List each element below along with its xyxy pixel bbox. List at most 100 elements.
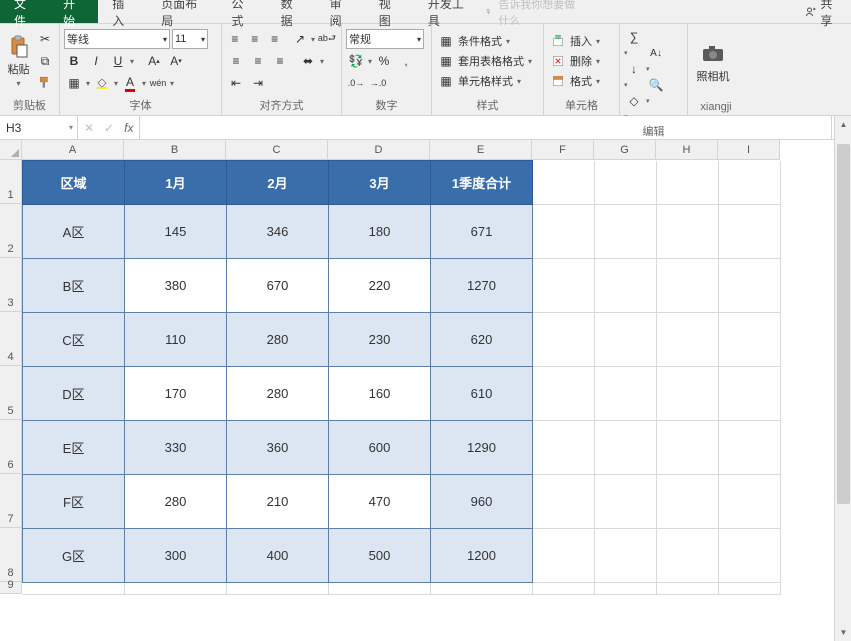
cell[interactable]: 960 xyxy=(431,475,533,529)
paste-button[interactable]: 粘贴 ▾ xyxy=(4,27,33,95)
cell[interactable] xyxy=(719,161,781,205)
cell[interactable]: 470 xyxy=(329,475,431,529)
cell[interactable] xyxy=(23,583,125,595)
cell[interactable] xyxy=(595,259,657,313)
cell[interactable]: 2月 xyxy=(227,161,329,205)
number-format-combo[interactable]: 常规▾ xyxy=(346,29,424,49)
cell[interactable]: 670 xyxy=(227,259,329,313)
cell[interactable] xyxy=(431,583,533,595)
align-left-button[interactable]: ≡ xyxy=(226,51,246,71)
sort-filter-button[interactable]: A↓ xyxy=(646,43,666,63)
camera-button[interactable]: 照相机 xyxy=(692,27,734,99)
cell[interactable]: 280 xyxy=(125,475,227,529)
tab-pagelayout[interactable]: 页面布局 xyxy=(147,0,217,23)
conditional-formatting-button[interactable]: ▦条件格式▾ xyxy=(436,32,539,50)
row-header[interactable]: 9 xyxy=(0,582,22,594)
cell[interactable] xyxy=(533,259,595,313)
increase-indent-button[interactable]: ⇥ xyxy=(248,73,268,93)
font-color-button[interactable]: A xyxy=(120,73,140,93)
wrap-text-button[interactable]: ab⮐ xyxy=(317,29,337,49)
enter-formula-button[interactable]: ✓ xyxy=(104,121,114,135)
cell[interactable] xyxy=(533,367,595,421)
cell[interactable] xyxy=(533,583,595,595)
cell[interactable]: 110 xyxy=(125,313,227,367)
cell[interactable] xyxy=(533,205,595,259)
font-name-combo[interactable]: 等线▾ xyxy=(64,29,170,49)
row-header[interactable]: 6 xyxy=(0,420,22,474)
cell[interactable]: 360 xyxy=(227,421,329,475)
column-header[interactable]: B xyxy=(124,140,226,160)
cell[interactable] xyxy=(533,529,595,583)
tab-developer[interactable]: 开发工具 xyxy=(414,0,484,23)
spreadsheet-grid[interactable]: ABCDEFGHI 123456789 区域1月2月3月1季度合计A区14534… xyxy=(0,140,851,641)
cell[interactable]: 145 xyxy=(125,205,227,259)
cell[interactable]: 380 xyxy=(125,259,227,313)
cell[interactable]: 330 xyxy=(125,421,227,475)
cell[interactable] xyxy=(657,367,719,421)
cell[interactable]: 280 xyxy=(227,313,329,367)
cell[interactable]: 610 xyxy=(431,367,533,421)
name-box[interactable]: H3 xyxy=(0,116,78,139)
tab-view[interactable]: 视图 xyxy=(365,0,414,23)
cell[interactable] xyxy=(719,259,781,313)
fill-button[interactable]: ↓ xyxy=(624,59,644,79)
cell[interactable] xyxy=(595,205,657,259)
cell[interactable] xyxy=(657,161,719,205)
cell[interactable] xyxy=(657,259,719,313)
cell[interactable]: 600 xyxy=(329,421,431,475)
row-header[interactable]: 1 xyxy=(0,160,22,204)
cell[interactable]: 671 xyxy=(431,205,533,259)
cell[interactable]: 1月 xyxy=(125,161,227,205)
cell[interactable]: 230 xyxy=(329,313,431,367)
cell[interactable]: 180 xyxy=(329,205,431,259)
cell[interactable] xyxy=(719,475,781,529)
align-middle-button[interactable]: ≡ xyxy=(246,29,264,49)
row-header[interactable]: 5 xyxy=(0,366,22,420)
cell[interactable] xyxy=(719,313,781,367)
cut-button[interactable]: ✂ xyxy=(35,29,55,49)
cell[interactable]: 300 xyxy=(125,529,227,583)
cell[interactable]: 170 xyxy=(125,367,227,421)
column-header[interactable]: A xyxy=(22,140,124,160)
column-header[interactable]: H xyxy=(656,140,718,160)
delete-cells-button[interactable]: 删除▾ xyxy=(548,52,615,70)
font-size-combo[interactable]: 11▾ xyxy=(172,29,208,49)
accounting-format-button[interactable]: 💱 xyxy=(346,51,366,71)
cell[interactable] xyxy=(719,421,781,475)
column-header[interactable]: F xyxy=(532,140,594,160)
merge-button[interactable]: ⬌ xyxy=(298,51,318,71)
cell[interactable] xyxy=(533,161,595,205)
vertical-scrollbar[interactable]: ▲ ▼ xyxy=(834,116,851,641)
scroll-up-button[interactable]: ▲ xyxy=(835,116,851,133)
tab-home[interactable]: 开始 xyxy=(49,0,98,23)
insert-cells-button[interactable]: 插入▾ xyxy=(548,32,615,50)
autosum-button[interactable]: ∑ xyxy=(624,27,644,47)
format-cells-button[interactable]: 格式▾ xyxy=(548,72,615,90)
increase-decimal-button[interactable]: .0→ xyxy=(346,73,366,93)
italic-button[interactable]: I xyxy=(86,51,106,71)
insert-function-button[interactable]: fx xyxy=(124,121,133,135)
cell[interactable]: 346 xyxy=(227,205,329,259)
shrink-font-button[interactable]: A▾ xyxy=(166,51,186,71)
underline-button[interactable]: U xyxy=(108,51,128,71)
cell[interactable] xyxy=(533,475,595,529)
tab-data[interactable]: 数据 xyxy=(267,0,316,23)
borders-button[interactable]: ▦ xyxy=(64,73,84,93)
cell[interactable]: 620 xyxy=(431,313,533,367)
scroll-thumb[interactable] xyxy=(837,144,850,504)
cell[interactable]: 400 xyxy=(227,529,329,583)
format-painter-button[interactable] xyxy=(35,73,55,93)
cell[interactable]: C区 xyxy=(23,313,125,367)
align-top-button[interactable]: ≡ xyxy=(226,29,244,49)
select-all-corner[interactable] xyxy=(0,140,22,160)
cell[interactable]: 1270 xyxy=(431,259,533,313)
cell[interactable]: 1290 xyxy=(431,421,533,475)
cell[interactable] xyxy=(657,475,719,529)
phonetic-button[interactable]: wén xyxy=(148,73,168,93)
cell[interactable]: G区 xyxy=(23,529,125,583)
cell[interactable] xyxy=(657,421,719,475)
cell[interactable]: 1季度合计 xyxy=(431,161,533,205)
cell[interactable] xyxy=(657,205,719,259)
orientation-button[interactable]: ↗ xyxy=(291,29,309,49)
share-button[interactable]: 共享 xyxy=(805,0,841,29)
